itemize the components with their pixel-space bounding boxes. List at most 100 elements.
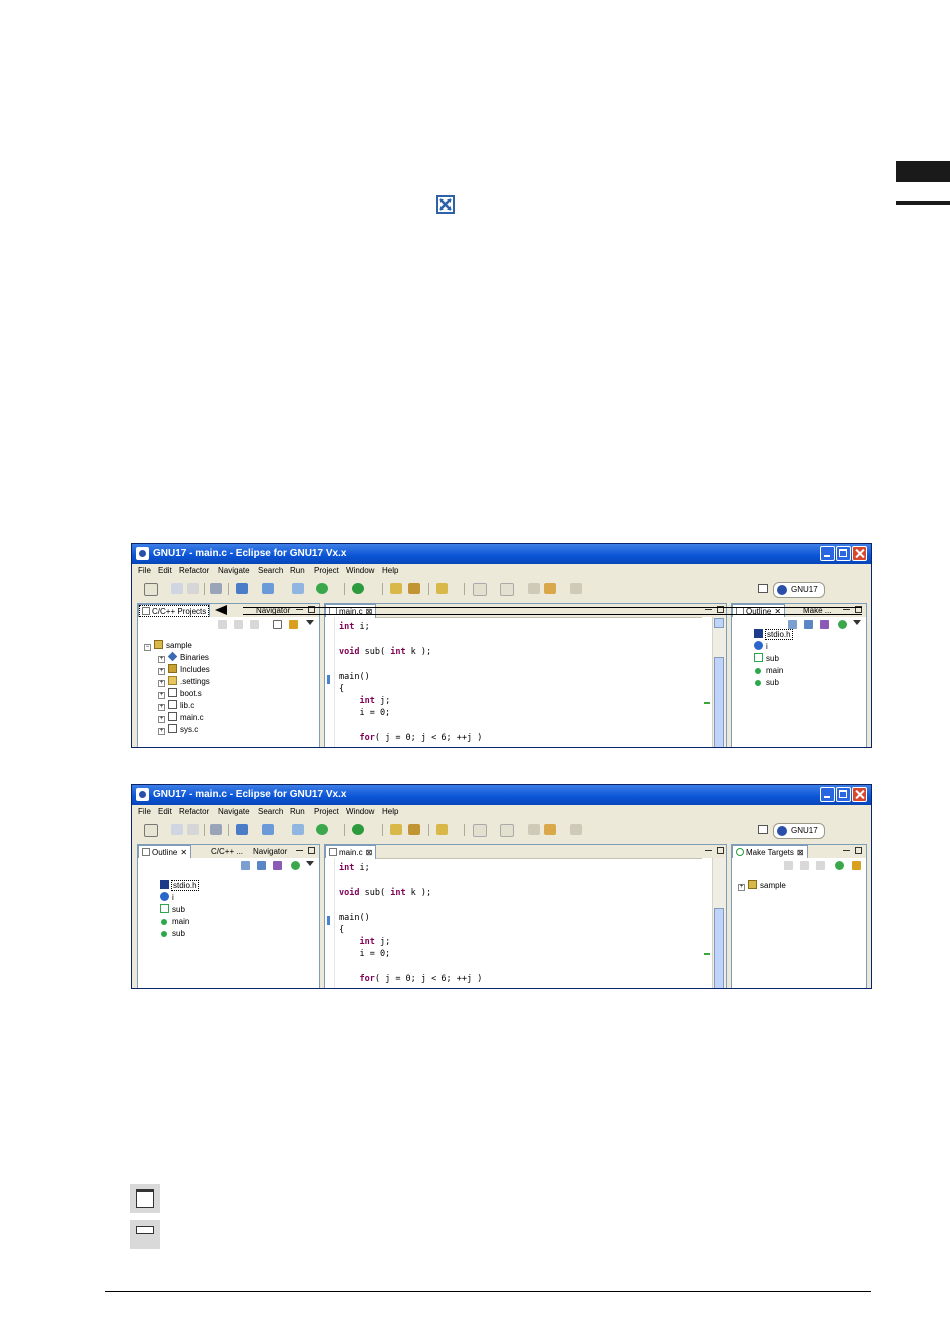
scroll-thumb[interactable] [714,657,724,747]
expand-icon[interactable]: + [158,716,165,723]
forward-icon[interactable] [570,583,582,594]
menu-help[interactable]: Help [382,807,398,816]
perspective-gnu17[interactable]: GNU17 [773,823,825,839]
outline-item-function[interactable]: main [754,665,783,677]
menu-refactor[interactable]: Refactor [179,807,209,816]
maximize-view-button[interactable] [308,847,315,854]
menu-run[interactable]: Run [290,807,305,816]
collapse-icon[interactable]: − [144,644,151,651]
outline-item-function[interactable]: sub [160,928,185,940]
new-icon[interactable] [144,583,158,596]
forward-icon[interactable] [816,861,825,870]
tab-outline[interactable]: Outline ✕ [138,845,192,859]
back-icon[interactable] [218,620,227,629]
tree-item-file[interactable]: + boot.s [158,688,202,700]
expand-icon[interactable]: + [158,656,165,663]
outline-item-include[interactable]: stdio.h [754,629,793,641]
expand-icon[interactable]: + [738,884,745,891]
minimize-view-button[interactable] [705,847,712,854]
print-icon[interactable] [210,824,222,835]
view-menu-icon[interactable] [853,620,861,625]
overview-mark[interactable] [704,702,710,704]
menu-project[interactable]: Project [314,807,339,816]
up-icon[interactable] [250,620,259,629]
print-icon[interactable] [210,583,222,594]
tree-item-project[interactable]: − sample [144,640,192,652]
save-all-icon[interactable] [187,824,199,835]
menu-edit[interactable]: Edit [158,566,172,575]
menu-file[interactable]: File [138,566,151,575]
open-perspective-icon[interactable] [758,825,768,834]
expand-icon[interactable]: + [158,704,165,711]
hide-fields-icon[interactable] [804,620,813,629]
previous-annotation-icon[interactable] [500,824,514,837]
scroll-up-arrow[interactable] [714,618,724,628]
editor-scrollbar[interactable] [712,617,726,747]
tab-main-c[interactable]: main.c ⊠ [325,845,377,859]
menu-search[interactable]: Search [258,807,283,816]
next-annotation-icon[interactable] [473,824,487,837]
menu-run[interactable]: Run [290,566,305,575]
hide-non-public-icon[interactable] [291,861,300,870]
save-icon[interactable] [171,583,183,594]
tab-cpp-projects[interactable]: C/C++ ... [208,845,246,858]
open-perspective-icon[interactable] [758,584,768,593]
search-icon[interactable] [408,583,420,594]
outline-item-variable[interactable]: i [160,892,174,904]
tree-item-file[interactable]: + main.c [158,712,204,724]
expand-icon[interactable]: + [158,680,165,687]
close-tab-icon[interactable]: ✕ [180,848,187,857]
tab-navigator[interactable]: Navigator [253,604,293,617]
link-with-editor-icon[interactable] [289,620,298,629]
menu-help[interactable]: Help [382,566,398,575]
tab-cpp-projects[interactable]: C/C++ Projects [138,604,211,618]
forward-icon[interactable] [234,620,243,629]
new-icon[interactable] [144,824,158,837]
outline-item-include[interactable]: stdio.h [160,880,199,892]
save-all-icon[interactable] [187,583,199,594]
outline-item-function[interactable]: main [160,916,189,928]
last-edit-icon[interactable] [528,824,540,835]
close-button[interactable] [852,787,867,802]
back-icon[interactable] [544,824,556,835]
view-menu-icon[interactable] [306,620,314,625]
open-type-icon[interactable] [390,824,402,835]
outline-item-declaration[interactable]: sub [754,653,779,665]
maximize-button[interactable] [836,787,851,802]
minimize-button[interactable] [820,546,835,561]
expand-icon[interactable]: + [158,728,165,735]
menu-navigate[interactable]: Navigate [218,566,250,575]
run-icon[interactable] [352,583,364,594]
folder-icon[interactable] [436,583,448,594]
maximize-button[interactable] [836,546,851,561]
back-icon[interactable] [800,861,809,870]
edit-target-icon[interactable] [852,861,861,870]
view-menu-icon[interactable] [306,861,314,866]
maximize-view-button[interactable] [855,847,862,854]
build-target-icon[interactable] [835,861,844,870]
folder-icon[interactable] [436,824,448,835]
back-icon[interactable] [544,583,556,594]
tab-make-targets[interactable]: Make ... [800,604,834,617]
hide-static-icon[interactable] [820,620,829,629]
tab-make-targets[interactable]: Make Targets ⊠ [732,845,808,859]
expand-icon[interactable]: + [158,668,165,675]
menu-project[interactable]: Project [314,566,339,575]
close-button[interactable] [852,546,867,561]
hide-fields-icon[interactable] [257,861,266,870]
menu-file[interactable]: File [138,807,151,816]
menu-refactor[interactable]: Refactor [179,566,209,575]
menu-window[interactable]: Window [346,807,374,816]
search-icon[interactable] [408,824,420,835]
run-icon[interactable] [352,824,364,835]
tree-item-file[interactable]: + lib.c [158,700,194,712]
collapse-all-icon[interactable] [273,620,282,629]
scroll-thumb[interactable] [714,908,724,988]
menu-search[interactable]: Search [258,566,283,575]
outline-item-variable[interactable]: i [754,641,768,653]
open-type-icon[interactable] [390,583,402,594]
debug-icon[interactable] [316,583,328,594]
tree-item-file[interactable]: + sys.c [158,724,198,736]
sort-icon[interactable] [788,620,797,629]
outline-item-declaration[interactable]: sub [160,904,185,916]
